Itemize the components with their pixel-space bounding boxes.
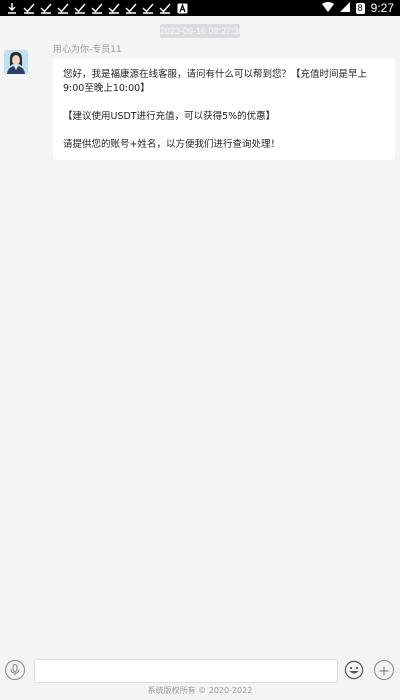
message-text-line: 您好，我是福康源在线客服，请问有什么可以帮到您？【充值时间是早上9:00至晚上1…: [63, 69, 368, 94]
check-icon: [91, 2, 103, 14]
avatar[interactable]: [4, 50, 28, 74]
check-icon: [40, 2, 52, 14]
plus-icon: [379, 661, 389, 680]
check-icon: [57, 2, 69, 14]
status-bar: 8 9:27: [0, 0, 400, 16]
download-icon: [6, 2, 18, 14]
chat-area[interactable]: 2023-09-16 09:27:30 用心为你-专员11 您好，我是福康源在线…: [0, 16, 400, 656]
sender-name: 用心为你-专员11: [53, 45, 122, 55]
microphone-icon: [10, 661, 20, 680]
message-bubble: 您好，我是福康源在线客服，请问有什么可以帮到您？【充值时间是早上9:00至晚上1…: [53, 58, 395, 160]
check-icon: [74, 2, 86, 14]
check-icon: [108, 2, 120, 14]
message-text-line: 请提供您的账号+姓名，以方便我们进行查询处理！: [63, 139, 280, 150]
message-timestamp: 2023-09-16 09:27:30: [160, 24, 240, 38]
a-notification-icon: [176, 2, 188, 14]
battery-icon: 8: [355, 2, 365, 14]
copyright-footer: 系统版权所有 © 2020-2022: [147, 686, 253, 695]
message-input[interactable]: [34, 659, 338, 683]
check-icon: [23, 2, 35, 14]
check-icon: [125, 2, 137, 14]
more-options-button[interactable]: [374, 660, 394, 680]
check-icon: [142, 2, 154, 14]
message-text-line: 【建议使用USDT进行充值，可以获得5%的优惠】: [63, 111, 276, 122]
wifi-icon: [321, 1, 334, 15]
signal-icon: [339, 1, 350, 15]
input-bar: [0, 656, 400, 686]
emoji-button[interactable]: [344, 660, 364, 680]
system-status: 8 9:27: [321, 1, 394, 15]
emoji-icon: [344, 660, 364, 684]
notification-icons: [6, 1, 188, 15]
check-icon: [159, 2, 171, 14]
status-time: 9:27: [370, 1, 394, 15]
voice-button[interactable]: [5, 660, 25, 680]
